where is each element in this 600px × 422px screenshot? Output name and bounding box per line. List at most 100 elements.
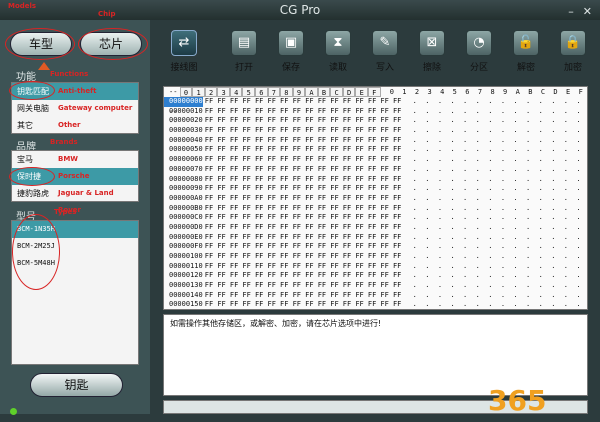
hex-byte[interactable]: FF [228, 300, 241, 309]
hex-byte[interactable]: FF [265, 291, 278, 301]
hex-byte[interactable]: FF [341, 175, 354, 185]
hex-byte[interactable]: FF [353, 281, 366, 291]
hex-byte[interactable]: FF [278, 116, 291, 126]
hex-byte[interactable]: FF [278, 281, 291, 291]
hex-byte[interactable]: FF [228, 271, 241, 281]
hex-byte[interactable]: FF [203, 300, 216, 309]
hex-byte[interactable]: FF [215, 107, 228, 117]
hex-byte[interactable]: FF [303, 145, 316, 155]
hex-byte[interactable]: FF [228, 155, 241, 165]
hex-byte[interactable]: FF [303, 291, 316, 301]
hex-byte[interactable]: FF [316, 213, 329, 223]
hex-byte[interactable]: FF [341, 107, 354, 117]
hex-byte[interactable]: FF [366, 252, 379, 262]
hex-byte[interactable]: FF [253, 213, 266, 223]
hex-byte[interactable]: FF [253, 136, 266, 146]
hex-byte[interactable]: FF [265, 175, 278, 185]
hex-byte[interactable]: FF [278, 165, 291, 175]
hex-byte[interactable]: FF [240, 204, 253, 214]
hex-byte[interactable]: FF [378, 107, 391, 117]
hex-byte[interactable]: FF [240, 175, 253, 185]
hex-byte[interactable]: FF [378, 184, 391, 194]
hex-byte[interactable]: FF [328, 136, 341, 146]
hex-byte[interactable]: FF [240, 252, 253, 262]
hex-byte[interactable]: FF [341, 194, 354, 204]
hex-byte[interactable]: FF [203, 107, 216, 117]
hex-byte[interactable]: FF [203, 165, 216, 175]
hex-byte[interactable]: FF [353, 233, 366, 243]
hex-byte[interactable]: FF [353, 252, 366, 262]
hex-byte[interactable]: FF [316, 165, 329, 175]
hex-byte[interactable]: FF [366, 175, 379, 185]
hex-byte[interactable]: FF [265, 262, 278, 272]
brand-item[interactable]: 捷豹路虎 Jaguar & Land Rover [12, 185, 138, 214]
hex-byte[interactable]: FF [391, 213, 404, 223]
hex-byte[interactable]: FF [303, 194, 316, 204]
hex-byte[interactable]: FF [366, 126, 379, 136]
hex-byte[interactable]: FF [303, 165, 316, 175]
hex-byte[interactable]: FF [316, 204, 329, 214]
hex-byte[interactable]: FF [316, 223, 329, 233]
hex-byte[interactable]: FF [353, 155, 366, 165]
hex-byte[interactable]: FF [291, 165, 304, 175]
hex-byte[interactable]: FF [378, 262, 391, 272]
toolbar-button-erase[interactable]: ⊠ 擦除 [411, 30, 453, 73]
hex-byte[interactable]: FF [240, 271, 253, 281]
hex-byte[interactable]: FF [378, 175, 391, 185]
hex-byte[interactable]: FF [341, 184, 354, 194]
hex-byte[interactable]: FF [303, 252, 316, 262]
hex-byte[interactable]: FF [253, 262, 266, 272]
hex-byte[interactable]: FF [366, 97, 379, 107]
hex-byte[interactable]: FF [378, 126, 391, 136]
hex-byte[interactable]: FF [265, 97, 278, 107]
hex-byte[interactable]: FF [203, 271, 216, 281]
hex-byte[interactable]: FF [353, 262, 366, 272]
hex-byte[interactable]: FF [228, 242, 241, 252]
hex-byte[interactable]: FF [265, 213, 278, 223]
hex-byte[interactable]: FF [253, 97, 266, 107]
hex-byte[interactable]: FF [253, 175, 266, 185]
hex-byte[interactable]: FF [341, 271, 354, 281]
brand-item[interactable]: 宝马 BMW [12, 151, 138, 168]
hex-byte[interactable]: FF [228, 233, 241, 243]
hex-byte[interactable]: FF [203, 175, 216, 185]
hex-byte[interactable]: FF [278, 223, 291, 233]
hex-byte[interactable]: FF [203, 291, 216, 301]
hex-byte[interactable]: FF [353, 136, 366, 146]
hex-byte[interactable]: FF [240, 165, 253, 175]
hex-byte[interactable]: FF [215, 116, 228, 126]
hex-byte[interactable]: FF [391, 223, 404, 233]
hex-byte[interactable]: FF [203, 242, 216, 252]
hex-byte[interactable]: FF [391, 291, 404, 301]
hex-byte[interactable]: FF [391, 145, 404, 155]
toolbar-button-write[interactable]: ✎ 写入 [364, 30, 406, 73]
hex-byte[interactable]: FF [391, 97, 404, 107]
hex-byte[interactable]: FF [328, 252, 341, 262]
hex-byte[interactable]: FF [316, 291, 329, 301]
hex-byte[interactable]: FF [228, 281, 241, 291]
hex-byte[interactable]: FF [341, 204, 354, 214]
hex-byte[interactable]: FF [366, 291, 379, 301]
hex-byte[interactable]: FF [391, 281, 404, 291]
hex-byte[interactable]: FF [341, 116, 354, 126]
hex-byte[interactable]: FF [253, 126, 266, 136]
hex-byte[interactable]: FF [341, 155, 354, 165]
toolbar-button-pie[interactable]: ◔ 分区 [458, 30, 500, 73]
hex-byte[interactable]: FF [328, 165, 341, 175]
hex-byte[interactable]: FF [316, 233, 329, 243]
function-item[interactable]: 网关电脑 Gateway computer [12, 100, 138, 117]
hex-byte[interactable]: FF [253, 291, 266, 301]
hex-byte[interactable]: FF [240, 291, 253, 301]
hex-byte[interactable]: FF [240, 116, 253, 126]
hex-byte[interactable]: FF [378, 291, 391, 301]
hex-byte[interactable]: FF [303, 175, 316, 185]
hex-byte[interactable]: FF [378, 155, 391, 165]
hex-byte[interactable]: FF [378, 204, 391, 214]
hex-byte[interactable]: FF [366, 194, 379, 204]
hex-byte[interactable]: FF [316, 136, 329, 146]
hex-byte[interactable]: FF [253, 204, 266, 214]
hex-byte[interactable]: FF [228, 194, 241, 204]
hex-byte[interactable]: FF [303, 213, 316, 223]
hex-byte[interactable]: FF [366, 165, 379, 175]
hex-byte[interactable]: FF [253, 155, 266, 165]
